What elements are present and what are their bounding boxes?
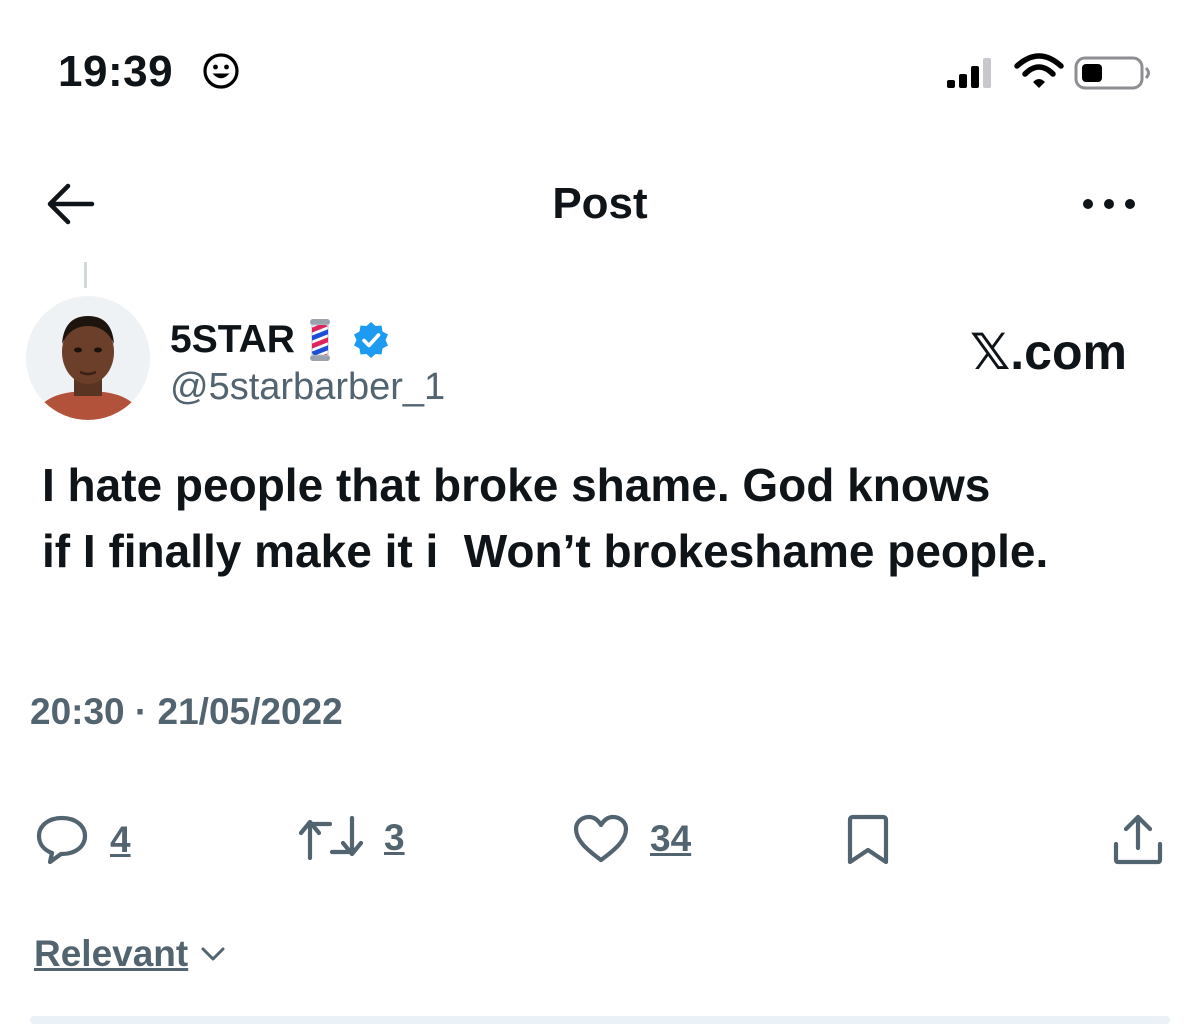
- wifi-icon: [1014, 53, 1064, 88]
- author-display-name: 5STAR: [170, 318, 295, 361]
- avatar[interactable]: [26, 296, 150, 420]
- repost-icon: [298, 815, 364, 861]
- reply-icon: [36, 815, 88, 865]
- post-timestamp[interactable]: 20:30 · 21/05/2022: [30, 688, 343, 736]
- divider: [30, 1016, 1170, 1024]
- smiley-face-icon: [203, 53, 239, 89]
- author-handle[interactable]: @5starbarber_1: [170, 362, 445, 412]
- like-count: 34: [650, 818, 692, 859]
- post-text-line: if I finally make it i Won’t brokeshame …: [42, 525, 1049, 577]
- share-icon: [1113, 814, 1163, 865]
- like-button[interactable]: 34: [572, 814, 691, 864]
- reply-button[interactable]: 4: [34, 814, 131, 866]
- sort-replies-dropdown[interactable]: Relevant: [34, 930, 226, 978]
- repost-count: 3: [384, 817, 405, 858]
- page-title: Post: [552, 179, 648, 228]
- share-button[interactable]: [1110, 814, 1166, 866]
- chevron-down-icon: [201, 947, 225, 961]
- battery-icon: [1074, 56, 1150, 90]
- sort-label: Relevant: [34, 933, 189, 974]
- avatar-image: [26, 296, 150, 420]
- bookmark-icon: [847, 814, 889, 865]
- reply-count: 4: [110, 819, 131, 860]
- cellular-signal-icon: [947, 58, 991, 88]
- bookmark-button[interactable]: [844, 814, 892, 866]
- verified-badge-icon: [353, 322, 388, 358]
- xcom-watermark: 𝕏.com: [970, 324, 1127, 380]
- author-name-row[interactable]: 5STAR: [170, 314, 391, 366]
- post-text: I hate people that broke shame. God know…: [42, 452, 1182, 584]
- more-options-icon[interactable]: [1080, 190, 1138, 218]
- barber-pole-icon: [309, 319, 330, 361]
- post-text-line: I hate people that broke shame. God know…: [42, 459, 991, 511]
- thread-connector-line: [84, 262, 87, 288]
- repost-button[interactable]: 3: [298, 814, 405, 862]
- heart-icon: [573, 814, 629, 863]
- status-time: 19:39: [58, 47, 174, 96]
